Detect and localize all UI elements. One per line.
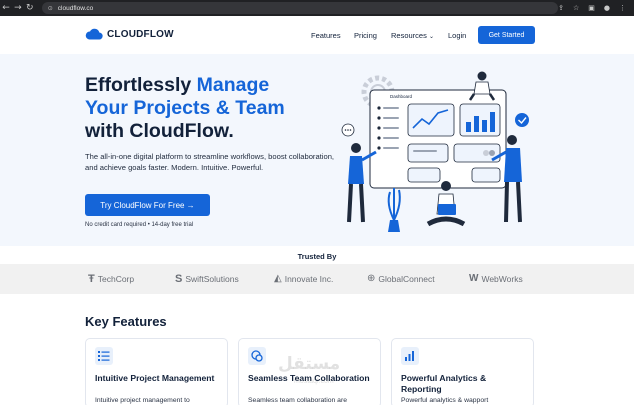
logo[interactable]: CLOUDFLOW bbox=[85, 28, 174, 40]
feature-card-title: Intuitive Project Management bbox=[95, 373, 215, 383]
brand-name: Innovate Inc. bbox=[284, 273, 334, 284]
webworks-logo-icon: W bbox=[469, 273, 479, 284]
url-text: cloudflow.co bbox=[57, 4, 94, 12]
plant bbox=[387, 188, 401, 232]
site-header: CLOUDFLOW Features Pricing Resources ⌄ L… bbox=[0, 16, 634, 54]
brand-innovate: ◭ Innovate Inc. bbox=[274, 273, 333, 284]
innovate-logo-icon: ◭ bbox=[274, 273, 282, 284]
back-arrow-icon[interactable]: ← bbox=[0, 0, 12, 16]
hero-illustration: Dashboard bbox=[341, 71, 529, 232]
feature-card-analytics[interactable]: Powerful Analytics & Reporting Powerful … bbox=[391, 338, 534, 405]
watermark: مستقل bbox=[278, 354, 341, 374]
logo-text: CLOUDFLOW bbox=[107, 28, 174, 40]
hero-title-line3: with CloudFlow. bbox=[85, 120, 234, 142]
menu-kebab-icon[interactable]: ⋮ bbox=[619, 4, 626, 12]
techcorp-logo-icon: Ŧ bbox=[88, 273, 95, 285]
features-title: Key Features bbox=[85, 314, 167, 329]
globe-icon: ⊕ bbox=[367, 273, 376, 284]
site-info-icon: ⊙ bbox=[47, 4, 53, 12]
get-started-button[interactable]: Get Started bbox=[478, 26, 535, 44]
trusted-logos: Ŧ TechCorp S SwiftSolutions ◭ Innovate I… bbox=[0, 264, 634, 294]
brand-name: TechCorp bbox=[97, 274, 135, 284]
trial-note: No credit card required • 14-day free tr… bbox=[85, 222, 194, 228]
hero-title: Effortlessly Manage Your Projects & Team… bbox=[85, 74, 345, 143]
reload-icon[interactable]: ↻ bbox=[24, 0, 36, 16]
chevron-down-icon: ⌄ bbox=[428, 34, 434, 40]
chat-bubble-icon bbox=[341, 123, 355, 137]
feature-card-desc: Powerful analytics & wapport bbox=[401, 397, 489, 404]
hero-title-line1b: Manage bbox=[196, 74, 270, 96]
list-icon bbox=[95, 347, 113, 365]
brand-name: SwiftSolutions bbox=[185, 274, 239, 284]
brand-webworks: W WebWorks bbox=[469, 273, 523, 284]
chat-icon bbox=[248, 347, 266, 365]
bar-chart-icon bbox=[401, 347, 419, 365]
brand-swiftsolutions: S SwiftSolutions bbox=[175, 273, 239, 285]
try-free-button[interactable]: Try CloudFlow For Free → bbox=[85, 194, 210, 216]
dashboard-panel: Dashboard bbox=[369, 89, 507, 189]
hero-subtitle: The all-in-one digital platform to strea… bbox=[85, 152, 335, 172]
watermark-sub: mostaql.com bbox=[294, 378, 334, 385]
brand-techcorp: Ŧ TechCorp bbox=[88, 273, 134, 285]
share-icon[interactable]: ⇪ bbox=[558, 4, 564, 12]
feature-card-desc: Seamless team collaboration are bbox=[248, 397, 347, 404]
hero-title-line1a: Effortlessly bbox=[85, 74, 197, 96]
nav-pricing[interactable]: Pricing bbox=[354, 31, 377, 40]
dashboard-label: Dashboard bbox=[390, 94, 413, 99]
browser-toolbar: ← → ↻ ⊙ cloudflow.co ⇪ ☆ ▣ ● ⋮ bbox=[0, 0, 634, 16]
profile-icon[interactable]: ● bbox=[604, 4, 610, 12]
brand-name: WebWorks bbox=[481, 273, 523, 284]
nav-features[interactable]: Features bbox=[311, 31, 341, 40]
star-icon[interactable]: ☆ bbox=[573, 4, 579, 12]
swift-logo-icon: S bbox=[175, 273, 183, 285]
brand-name: GlobalConnect bbox=[378, 273, 435, 284]
nav-resources[interactable]: Resources ⌄ bbox=[391, 31, 434, 40]
nav-login[interactable]: Login bbox=[448, 31, 466, 40]
address-bar[interactable]: ⊙ cloudflow.co bbox=[41, 2, 559, 14]
hero-section: Effortlessly Manage Your Projects & Team… bbox=[0, 54, 634, 246]
extensions-icon[interactable]: ▣ bbox=[588, 4, 595, 12]
feature-card-desc: Intuitive project management to bbox=[95, 397, 190, 404]
trusted-title: Trusted By bbox=[297, 252, 337, 261]
brand-globalconnect: ⊕ GlobalConnect bbox=[367, 273, 435, 284]
hero-title-line2: Your Projects & Team bbox=[85, 97, 285, 119]
checkmark-badge-icon bbox=[515, 113, 529, 127]
forward-arrow-icon[interactable]: → bbox=[12, 0, 24, 16]
feature-card-project-management[interactable]: Intuitive Project Management Intuitive p… bbox=[85, 338, 228, 405]
cloud-logo-icon bbox=[85, 28, 103, 40]
nav-resources-label: Resources bbox=[391, 31, 427, 40]
feature-card-title: Powerful Analytics & Reporting bbox=[401, 373, 487, 394]
